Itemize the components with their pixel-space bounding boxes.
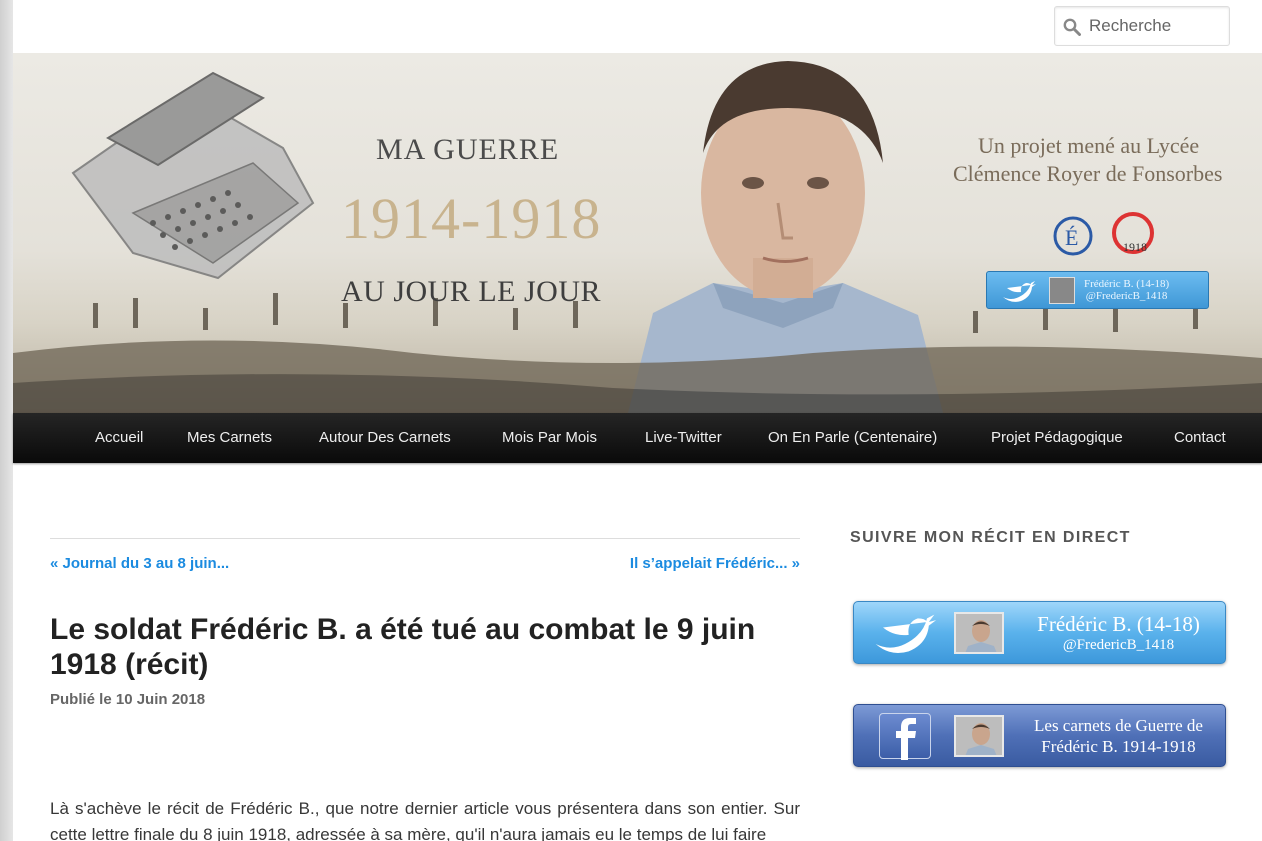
- facebook-button-line2: Frédéric B. 1914-1918: [1041, 737, 1196, 756]
- sidebar-widget-title: Suivre mon récit en direct: [850, 529, 1131, 546]
- facebook-icon: [879, 713, 931, 760]
- nav-item-autour-des-carnets[interactable]: Autour Des Carnets: [319, 413, 451, 463]
- nav-item-live-twitter[interactable]: Live-Twitter: [645, 413, 722, 463]
- search-icon: [1063, 18, 1081, 36]
- banner-twitter-avatar: [1049, 277, 1075, 304]
- page-background: [0, 0, 13, 841]
- page: É 1918 MA GUERRE 1914-1918 AU JOUR LE JO…: [13, 0, 1262, 841]
- header-banner: É 1918 MA GUERRE 1914-1918 AU JOUR LE JO…: [13, 53, 1262, 413]
- post-meta-prefix: Publié le: [50, 691, 116, 708]
- banner-artwork: É 1918: [13, 61, 1262, 413]
- nav-item-projet-pedagogique[interactable]: Projet Pédagogique: [991, 413, 1123, 463]
- twitter-button-label: Frédéric B. (14-18) @FredericB_1418: [1016, 612, 1221, 655]
- twitter-bird-icon: [875, 614, 937, 653]
- nav-item-mois-par-mois[interactable]: Mois Par Mois: [502, 413, 597, 463]
- twitter-avatar: [954, 612, 1004, 654]
- follow-facebook-button[interactable]: Les carnets de Guerre de Frédéric B. 191…: [853, 704, 1226, 767]
- svg-text:É: É: [1065, 225, 1078, 250]
- twitter-bird-icon: [1003, 281, 1036, 302]
- soldier-avatar-image: [956, 614, 1002, 652]
- banner-twitter-handle: @FredericB_1418: [1085, 290, 1168, 302]
- banner-twitter-label: Frédéric B. (14-18) @FredericB_1418: [1084, 278, 1169, 302]
- follow-twitter-button[interactable]: Frédéric B. (14-18) @FredericB_1418: [853, 601, 1226, 664]
- typewriter-illustration: [71, 71, 315, 280]
- next-post-link[interactable]: Il s’appelait Frédéric... »: [630, 555, 800, 572]
- search-input[interactable]: [1089, 7, 1227, 45]
- main-navigation: Accueil Mes Carnets Autour Des Carnets M…: [13, 413, 1262, 463]
- banner-project-line2: Clémence Royer de Fonsorbes: [953, 161, 1223, 186]
- facebook-button-line1: Les carnets de Guerre de: [1034, 716, 1203, 735]
- banner-years: 1914-1918: [341, 186, 602, 251]
- academie-logo: É: [1053, 216, 1093, 256]
- nav-item-contact[interactable]: Contact: [1174, 413, 1226, 463]
- post-nav-divider: [50, 538, 800, 539]
- banner-twitter-badge: Frédéric B. (14-18) @FredericB_1418: [986, 271, 1209, 309]
- banner-title-line1: MA GUERRE: [376, 133, 560, 166]
- nav-item-mes-carnets[interactable]: Mes Carnets: [187, 413, 272, 463]
- search-box[interactable]: [1054, 6, 1230, 46]
- post-title: Le soldat Frédéric B. a été tué au comba…: [50, 613, 756, 681]
- svg-text:1918: 1918: [1123, 240, 1147, 254]
- post-date[interactable]: 10 Juin 2018: [116, 691, 205, 708]
- banner-title-line2: AU JOUR LE JOUR: [341, 275, 602, 308]
- banner-project-line1: Un projet mené au Lycée: [978, 133, 1200, 158]
- previous-post-link[interactable]: « Journal du 3 au 8 juin...: [50, 555, 229, 572]
- facebook-avatar: [954, 715, 1004, 757]
- centenaire-logo: 1918: [1112, 212, 1154, 254]
- soldier-avatar-image: [956, 717, 1002, 755]
- post-body: Là s'achève le récit de Frédéric B., que…: [50, 799, 800, 841]
- banner-twitter-name: Frédéric B. (14-18): [1084, 278, 1170, 290]
- battlefield-silhouettes: [13, 293, 1262, 413]
- nav-item-on-en-parle[interactable]: On En Parle (Centenaire): [768, 413, 937, 463]
- nav-item-accueil[interactable]: Accueil: [95, 413, 143, 463]
- twitter-button-name: Frédéric B. (14-18): [1037, 612, 1200, 636]
- twitter-button-handle: @FredericB_1418: [1062, 637, 1175, 653]
- post-meta: Publié le 10 Juin 2018: [50, 691, 205, 708]
- facebook-button-label: Les carnets de Guerre de Frédéric B. 191…: [1016, 715, 1221, 757]
